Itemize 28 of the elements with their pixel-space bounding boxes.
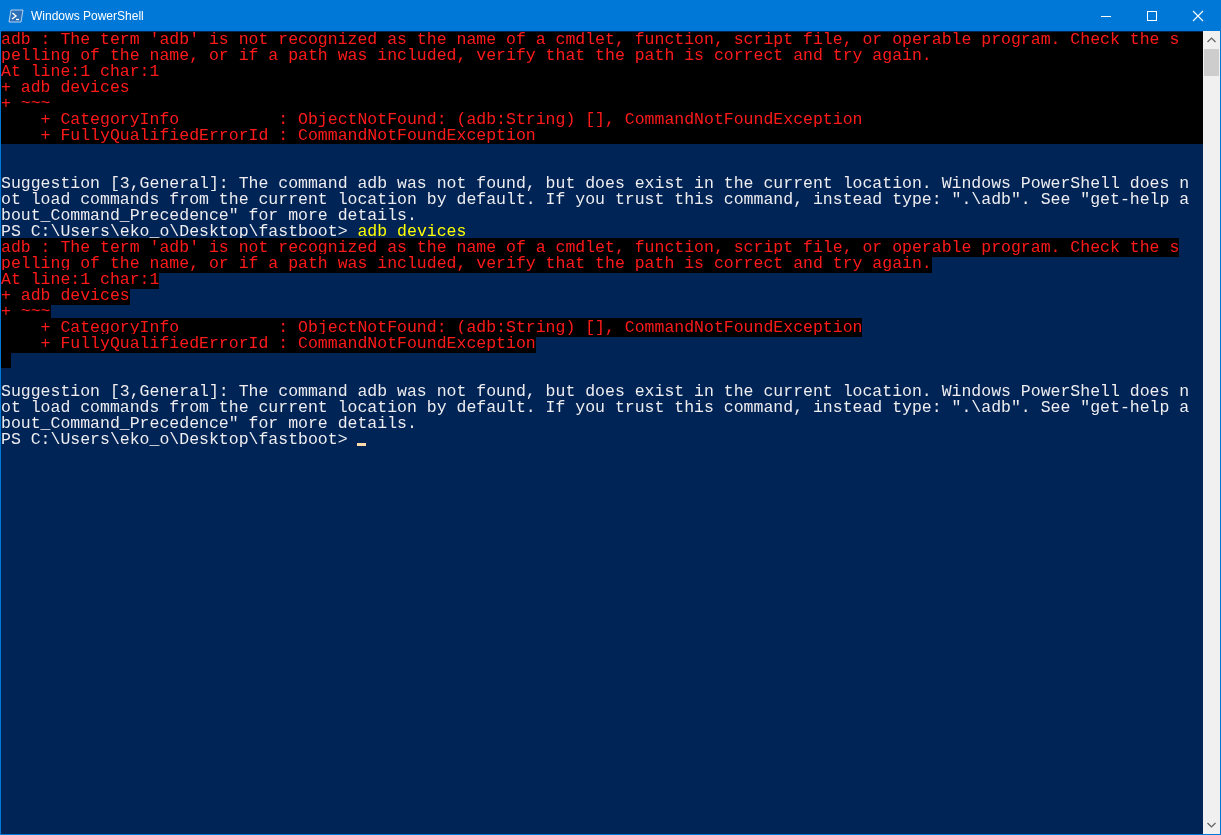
error-text: pelling of the name, or if a path was included, verify that the path is correct and try again. [1,254,932,273]
error-text: + adb devices [1,78,130,97]
maximize-icon [1147,10,1157,21]
console-text: bout_Command_Precedence" for more details. [1,414,417,433]
console-text: Suggestion [3,General]: The command adb was not found, but does exist in the current location. Windows PowerShell does n [1,382,1190,401]
error-text: + ~~~ [1,94,51,113]
console-text: ot load commands from the current location by default. If you trust this command, instead type: ".\adb". See "get-help a [1,398,1190,417]
scroll-up-icon[interactable] [1207,37,1216,43]
scrollbar-thumb[interactable] [1204,49,1219,76]
console-text: ot load commands from the current location by default. If you trust this command, instead type: ".\adb". See "get-help a [1,190,1190,209]
error-text: pelling of the name, or if a path was included, verify that the path is correct and try again. [1,46,932,65]
powershell-icon [8,7,24,24]
command-text: adb devices [357,224,467,240]
prompt-text: PS C:\Users\eko_o\Desktop\fastboot> [1,432,349,448]
window-title: Windows PowerShell [31,7,144,25]
console-text: Suggestion [3,General]: The command adb was not found, but does exist in the current location. Windows PowerShell does n [1,174,1190,193]
error-text: adb : The term 'adb' is not recognized as the name of a cmdlet, function, script file, or operable program. Check the s [1,31,1180,49]
scroll-down-icon[interactable] [1207,822,1216,828]
error-text: + FullyQualifiedErrorId : CommandNotFoundException [1,334,536,353]
prompt-text: PS C:\Users\eko_o\Desktop\fastboot> [1,224,348,240]
error-text: + CategoryInfo : ObjectNotFound: (adb:String) [], CommandNotFoundException [39,110,863,129]
error-highlight [1,352,11,368]
close-icon [1192,9,1204,22]
error-text: + adb devices [1,286,130,305]
console-text: bout_Command_Precedence" for more details. [1,206,417,225]
error-text: At line:1 char:1 [1,62,160,81]
scrollbar[interactable] [1203,31,1220,834]
error-text: + FullyQualifiedErrorId : CommandNotFoundException [39,126,536,145]
